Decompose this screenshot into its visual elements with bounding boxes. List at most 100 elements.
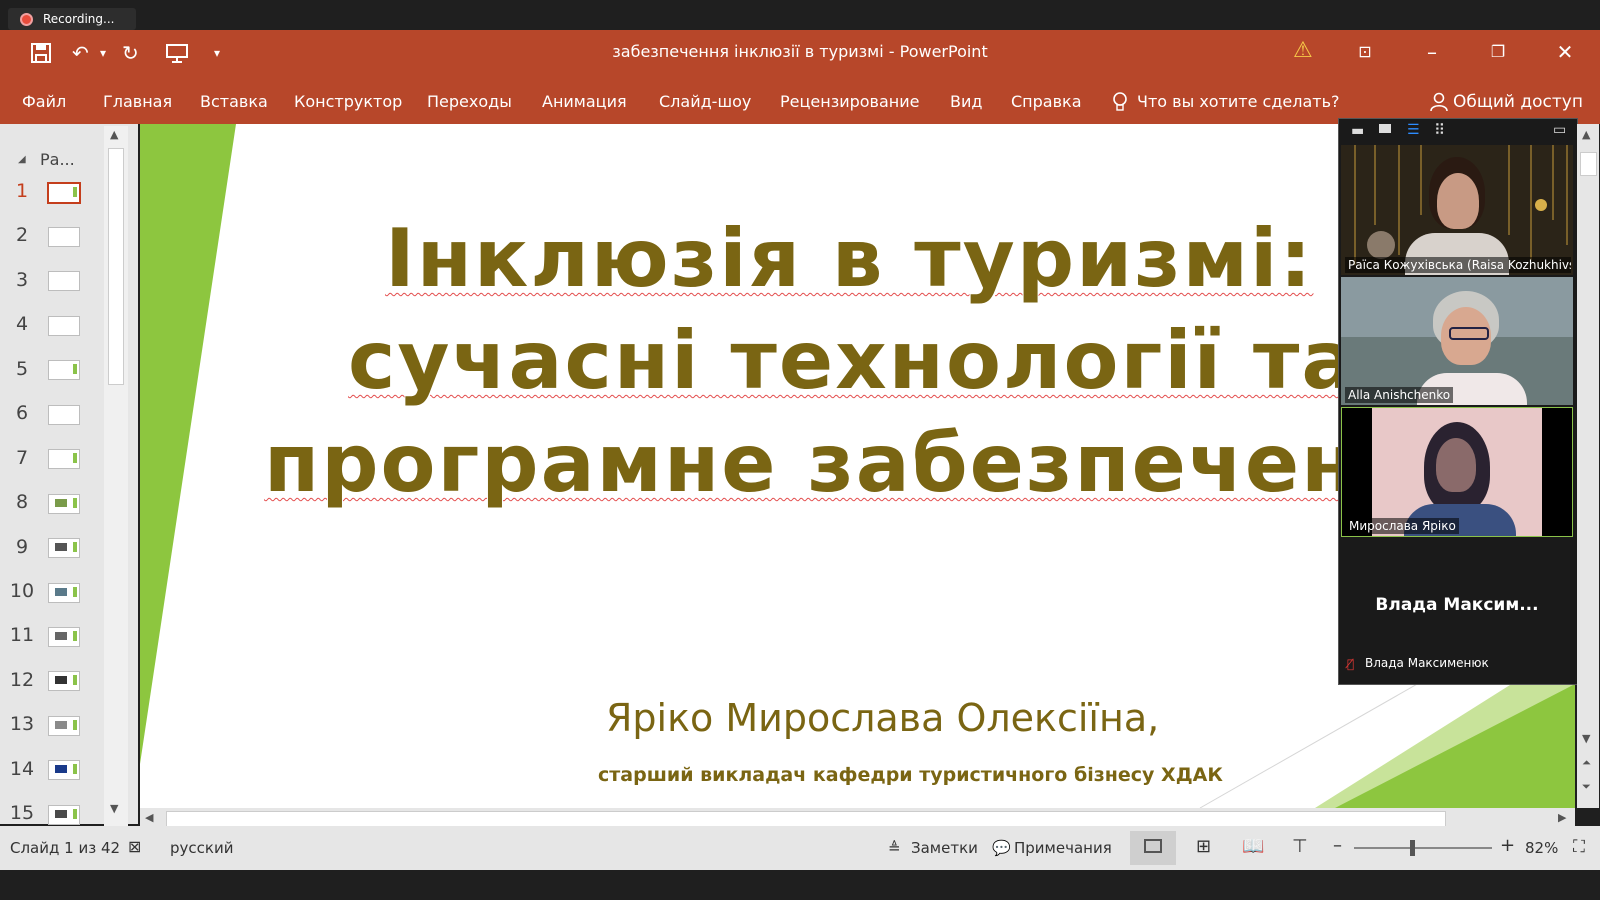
strip-view-icon[interactable]: ☰ [1407,122,1420,138]
reading-view-icon[interactable]: 📖 [1242,836,1264,857]
close-icon[interactable]: ✕ [1545,40,1585,64]
slide-thumbnail-7[interactable] [48,449,80,469]
scroll-down-icon[interactable]: ▼ [1582,732,1590,745]
slide-number: 11 [9,624,35,646]
warning-icon[interactable]: ⚠ [1293,40,1313,62]
scroll-down-icon[interactable]: ▼ [110,802,118,815]
exit-minimized-icon[interactable]: ▭ [1553,122,1566,138]
title-bar: ↶ ▾ ↻ ▾ забезпечення інклюзії в туризмі … [0,30,1600,78]
tab-design[interactable]: Конструктор [294,92,402,111]
slide-title-line-2: сучасні технології та [348,314,1358,407]
zoom-slider-thumb[interactable] [1410,840,1415,856]
share-button[interactable]: Общий доступ [1453,92,1583,112]
comments-button[interactable]: Примечания [1014,839,1112,857]
slide-thumbnail-12[interactable] [48,671,80,691]
language-indicator[interactable]: русский [170,839,233,857]
normal-view-button[interactable] [1130,831,1176,865]
next-slide-icon[interactable]: ⏷ [1582,780,1591,794]
previous-slide-icon[interactable]: ⏶ [1582,756,1591,770]
tell-me-search[interactable]: Что вы хотите сделать? [1137,92,1340,111]
slide-number: 9 [15,536,29,558]
slide-thumbnail-6[interactable] [48,405,80,425]
tab-insert[interactable]: Вставка [200,92,268,111]
section-name[interactable]: Ра... [40,150,75,169]
tab-home[interactable]: Главная [103,92,172,111]
slide-number: 12 [9,669,35,691]
tab-help[interactable]: Справка [1011,92,1082,111]
slide-number: 3 [15,269,29,291]
participant-video-active-speaker[interactable]: Мирослава Яріко [1341,407,1573,537]
slideshow-view-icon[interactable]: ⊤ [1292,836,1308,857]
slide-number: 15 [9,802,35,824]
slide-thumbnail-1[interactable] [47,182,81,204]
tab-slideshow[interactable]: Слайд-шоу [659,92,751,111]
tab-view[interactable]: Вид [950,92,982,111]
participant-face [1436,438,1476,492]
video-participants-panel[interactable]: ▬ ☰ ⠿ ▭ Раїса Кожухівська (Raisa Kozhukh… [1338,118,1578,685]
restore-icon[interactable]: ❐ [1478,42,1518,61]
slide-sorter-icon[interactable]: ⊞ [1196,836,1211,857]
comments-icon: 💬 [992,839,1011,857]
scroll-thumb[interactable] [1580,152,1597,176]
horizontal-scrollbar[interactable]: ◀ ▶ [140,808,1575,828]
slide-thumbnail-5[interactable] [48,360,80,380]
participant-video-off[interactable]: Влада Максим... 🎙̸ Влада Максименюк [1341,539,1573,679]
participant-name: Влада Максименюк [1365,656,1489,670]
participant-video[interactable]: Alla Anishchenko [1341,277,1573,405]
ribbon-display-options-icon[interactable]: ⊡ [1345,42,1385,61]
scroll-right-icon[interactable]: ▶ [1558,811,1566,824]
slide-number: 6 [15,402,29,424]
thumbnails-scrollbar[interactable]: ▲ ▼ [104,126,128,826]
hide-video-icon[interactable]: ▬ [1351,123,1364,139]
slide-thumbnail-8[interactable] [48,494,80,514]
slide-author: Яріко Мирослава Олексіїна, [606,696,1160,740]
tab-transitions[interactable]: Переходы [427,92,512,111]
participant-name: Мирослава Яріко [1346,518,1459,534]
lightbulb-icon [1112,92,1128,116]
speaker-view-icon[interactable] [1379,124,1391,133]
slide-scrollbar[interactable]: ▲ ▼ ⏶ ⏷ [1577,124,1599,808]
share-person-icon [1430,92,1448,116]
slide-counter[interactable]: Слайд 1 из 42 [10,839,120,857]
glasses [1449,327,1489,340]
slide-thumbnail-10[interactable] [48,583,80,603]
slide-thumbnail-9[interactable] [48,538,80,558]
fit-to-window-icon[interactable]: ⛶ [1573,837,1585,857]
slide-number: 14 [9,758,35,780]
recording-indicator[interactable]: Recording... [8,8,136,30]
zoom-out-icon[interactable]: – [1333,835,1342,856]
status-bar: Слайд 1 из 42 ⊠ русский ≜ Заметки 💬 Прим… [0,826,1600,870]
screen-bottom-bar [0,870,1600,900]
slide-number: 1 [15,180,29,202]
notes-button[interactable]: Заметки [911,839,978,857]
participant-display-name: Влада Максим... [1375,595,1539,615]
gallery-view-icon[interactable]: ⠿ [1434,121,1445,139]
scroll-up-icon[interactable]: ▲ [1582,128,1590,141]
participant-name: Alla Anishchenko [1345,387,1454,403]
slide-thumbnail-11[interactable] [48,627,80,647]
scroll-thumb[interactable] [108,148,124,385]
zoom-level[interactable]: 82% [1525,839,1558,857]
tab-review[interactable]: Рецензирование [780,92,919,111]
slide-thumbnail-2[interactable] [48,227,80,247]
participant-video[interactable]: Раїса Кожухівська (Raisa Kozhukhivs... [1341,145,1573,275]
tab-file[interactable]: Файл [22,92,66,111]
section-collapse-icon[interactable]: ◢ [18,154,26,165]
screen-top-bar [0,0,1600,30]
slide-thumbnail-3[interactable] [48,271,80,291]
slide-thumbnail-13[interactable] [48,716,80,736]
scroll-left-icon[interactable]: ◀ [145,811,153,824]
tab-animations[interactable]: Анимация [542,92,627,111]
zoom-slider[interactable] [1354,840,1492,856]
slide-title-line-1: Інклюзія в туризмі: [385,212,1314,305]
zoom-in-icon[interactable]: + [1500,835,1515,856]
recording-label: Recording... [43,12,115,26]
minimize-icon[interactable]: – [1412,40,1452,64]
scroll-thumb[interactable] [166,811,1446,827]
slide-thumbnail-15[interactable] [48,805,80,825]
slide-thumbnail-14[interactable] [48,760,80,780]
slide-thumbnail-4[interactable] [48,316,80,336]
scroll-up-icon[interactable]: ▲ [110,128,118,141]
participant-name: Раїса Кожухівська (Raisa Kozhukhivs... [1345,257,1571,273]
spellcheck-icon[interactable]: ⊠ [128,837,141,856]
